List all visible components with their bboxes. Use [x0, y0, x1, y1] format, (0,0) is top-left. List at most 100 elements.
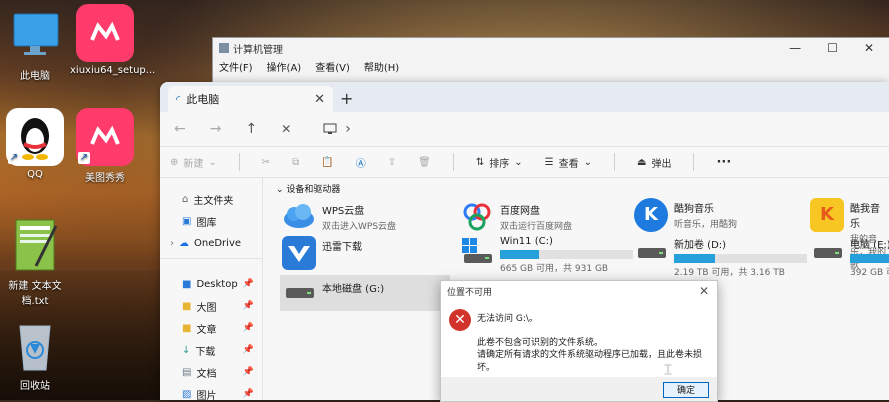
stop-button[interactable]: ✕: [281, 122, 291, 136]
menu-help[interactable]: 帮助(H): [364, 59, 399, 74]
divider: [452, 153, 454, 171]
dialog-message-line2: 请确定所有请求的文件系统驱动程序已加载，且此卷未损坏。: [477, 350, 703, 373]
sidebar-item-pictures[interactable]: ▨ 图片 📌: [160, 383, 262, 401]
rename-icon[interactable]: Ⓐ: [356, 155, 366, 170]
collapse-chevron-icon: ⌄: [276, 185, 287, 195]
error-icon: ✕: [449, 309, 471, 331]
more-options-button[interactable]: ···: [716, 155, 731, 170]
tile-xunlei[interactable]: 迅雷下载: [282, 236, 362, 270]
desktop-icon-text-file[interactable]: 新建 文本文档.txt: [0, 216, 70, 307]
sidebar-item-datu[interactable]: ■ 大图 📌: [160, 295, 262, 317]
section-header[interactable]: ⌄ 设备和驱动器: [276, 182, 340, 195]
back-button[interactable]: ←: [174, 121, 186, 137]
pin-icon[interactable]: 📌: [243, 345, 254, 355]
drive-usage-bar: [674, 254, 807, 263]
drive-usage-fill: [850, 254, 889, 263]
sidebar-item-home[interactable]: ⌂ 主文件夹: [160, 188, 262, 210]
desktop-icon-this-pc[interactable]: 此电脑: [0, 6, 70, 82]
sidebar-item-downloads[interactable]: ↓ 下载 📌: [160, 339, 262, 361]
ok-button[interactable]: 确定: [663, 382, 709, 398]
drive-d[interactable]: 新加卷 (D:) 2.19 TB 可用，共 3.16 TB: [634, 234, 807, 278]
close-button[interactable]: ✕: [864, 41, 874, 55]
meitu-icon: [76, 4, 134, 62]
chevron-down-icon: ⌄: [208, 156, 217, 168]
dialog-body: ✕ 无法访问 G:\。 此卷不包含可识别的文件系统。 请确定所有请求的文件系统驱…: [441, 301, 717, 379]
tile-description: 听音乐，用酷狗: [674, 220, 738, 230]
qq-penguin-icon: ↗: [6, 108, 64, 166]
image-icon: ▨: [182, 388, 192, 400]
sort-icon: ⇅: [475, 156, 485, 168]
baidu-netdisk-icon: [460, 200, 494, 234]
minimize-button[interactable]: —: [789, 41, 801, 55]
eject-label: 弹出: [651, 158, 672, 170]
delete-icon[interactable]: 🗑: [418, 157, 431, 168]
tile-wps-cloud[interactable]: WPS云盘 双击进入WPS云盘: [282, 200, 396, 234]
sidebar-item-onedrive[interactable]: › ☁ OneDrive: [160, 232, 262, 254]
folder-icon: ■: [182, 322, 192, 334]
sidebar-item-desktop[interactable]: ■ Desktop 📌: [160, 273, 262, 295]
drive-icon: [282, 278, 316, 312]
pin-icon[interactable]: 📌: [243, 301, 254, 311]
tile-name: 百度网盘: [500, 206, 540, 217]
maximize-button[interactable]: ☐: [827, 41, 838, 55]
desktop-icon-meitu[interactable]: ↗ 美图秀秀: [70, 108, 140, 184]
divider: [238, 153, 240, 171]
view-button[interactable]: ☰ 查看 ⌄: [545, 155, 592, 170]
pin-icon[interactable]: 📌: [243, 279, 254, 289]
drive-e[interactable]: 电脑 (E:) 392 GB 可: [810, 234, 889, 278]
pin-icon[interactable]: 📌: [243, 367, 254, 377]
new-tab-button[interactable]: +: [340, 89, 353, 108]
desktop-icon-label: xiuxiu64_setup...: [70, 65, 156, 76]
navigation-pane: ⌂ 主文件夹 ▣ 图库 › ☁ OneDrive ■ Desktop 📌 ■ 大图 📌 ■ 文章 📌…: [160, 178, 263, 400]
pin-icon[interactable]: 📌: [243, 389, 254, 399]
new-label: 新建: [183, 158, 204, 170]
kugou-icon: K: [634, 198, 668, 232]
breadcrumb[interactable]: ›: [323, 121, 351, 137]
desktop-icon-recycle-bin[interactable]: 回收站: [0, 316, 70, 392]
drive-c[interactable]: Win11 (C:) 665 GB 可用，共 931 GB: [460, 234, 633, 274]
eject-button[interactable]: ⏏ 弹出: [637, 155, 671, 170]
forward-button[interactable]: →: [210, 121, 222, 137]
desktop-icon-xiuxiu-setup[interactable]: xiuxiu64_setup...: [70, 4, 155, 76]
tile-name: 酷我音乐: [850, 204, 880, 230]
dialog-close-button[interactable]: ✕: [699, 284, 709, 298]
drive-name: Win11 (C:): [500, 236, 553, 247]
sort-button[interactable]: ⇅ 排序 ⌄: [476, 155, 523, 170]
tile-kugou[interactable]: K 酷狗音乐 听音乐，用酷狗: [634, 198, 737, 232]
pin-icon[interactable]: 📌: [243, 323, 254, 333]
menu-file[interactable]: 文件(F): [219, 59, 253, 74]
tile-description: 双击运行百度网盘: [500, 222, 573, 232]
new-button[interactable]: ⊕ 新建 ⌄: [170, 155, 217, 170]
sidebar-item-label: OneDrive: [194, 237, 242, 249]
desktop-icon-label: 此电脑: [20, 71, 50, 82]
drive-g[interactable]: 本地磁盘 (G:): [282, 278, 384, 312]
location-unavailable-dialog[interactable]: 位置不可用 ✕ ✕ 无法访问 G:\。 此卷不包含可识别的文件系统。 请确定所有…: [440, 280, 718, 402]
drive-space: 665 GB 可用，共 931 GB: [500, 264, 609, 274]
tile-baidu-netdisk[interactable]: 百度网盘双击运行百度网盘: [460, 200, 572, 234]
tile-name: WPS云盘: [322, 206, 365, 217]
sidebar-item-documents[interactable]: ▤ 文档 📌: [160, 361, 262, 383]
divider: [614, 153, 615, 171]
tab-close-button[interactable]: ✕: [314, 92, 325, 107]
up-button[interactable]: ↑: [245, 121, 257, 137]
sidebar-item-wenzhang[interactable]: ■ 文章 📌: [160, 317, 262, 339]
tab-this-pc[interactable]: ◜ 此电脑 ✕: [168, 86, 333, 112]
monitor-icon: [6, 6, 64, 64]
notepad-icon: [6, 216, 64, 274]
shortcut-arrow-icon: ↗: [8, 152, 20, 164]
menu-action[interactable]: 操作(A): [267, 59, 302, 74]
drive-name: 新加卷 (D:): [674, 240, 727, 251]
paste-icon[interactable]: 📋: [321, 157, 333, 168]
dialog-footer: 确定: [441, 377, 717, 401]
sidebar-item-label: 文章: [196, 324, 217, 336]
cut-icon[interactable]: ✂: [262, 157, 270, 168]
menu-view[interactable]: 查看(V): [315, 59, 350, 74]
home-icon: ⌂: [182, 193, 189, 205]
sidebar-item-gallery[interactable]: ▣ 图库: [160, 210, 262, 232]
copy-icon[interactable]: ⧉: [292, 157, 299, 168]
sidebar-item-label: 图库: [196, 217, 217, 229]
mouse-cursor-icon: ⌶: [664, 362, 673, 378]
share-icon[interactable]: ⇪: [388, 157, 396, 168]
desktop-icon-label: 回收站: [20, 381, 50, 392]
desktop-icon-qq[interactable]: ↗ QQ: [0, 108, 70, 180]
